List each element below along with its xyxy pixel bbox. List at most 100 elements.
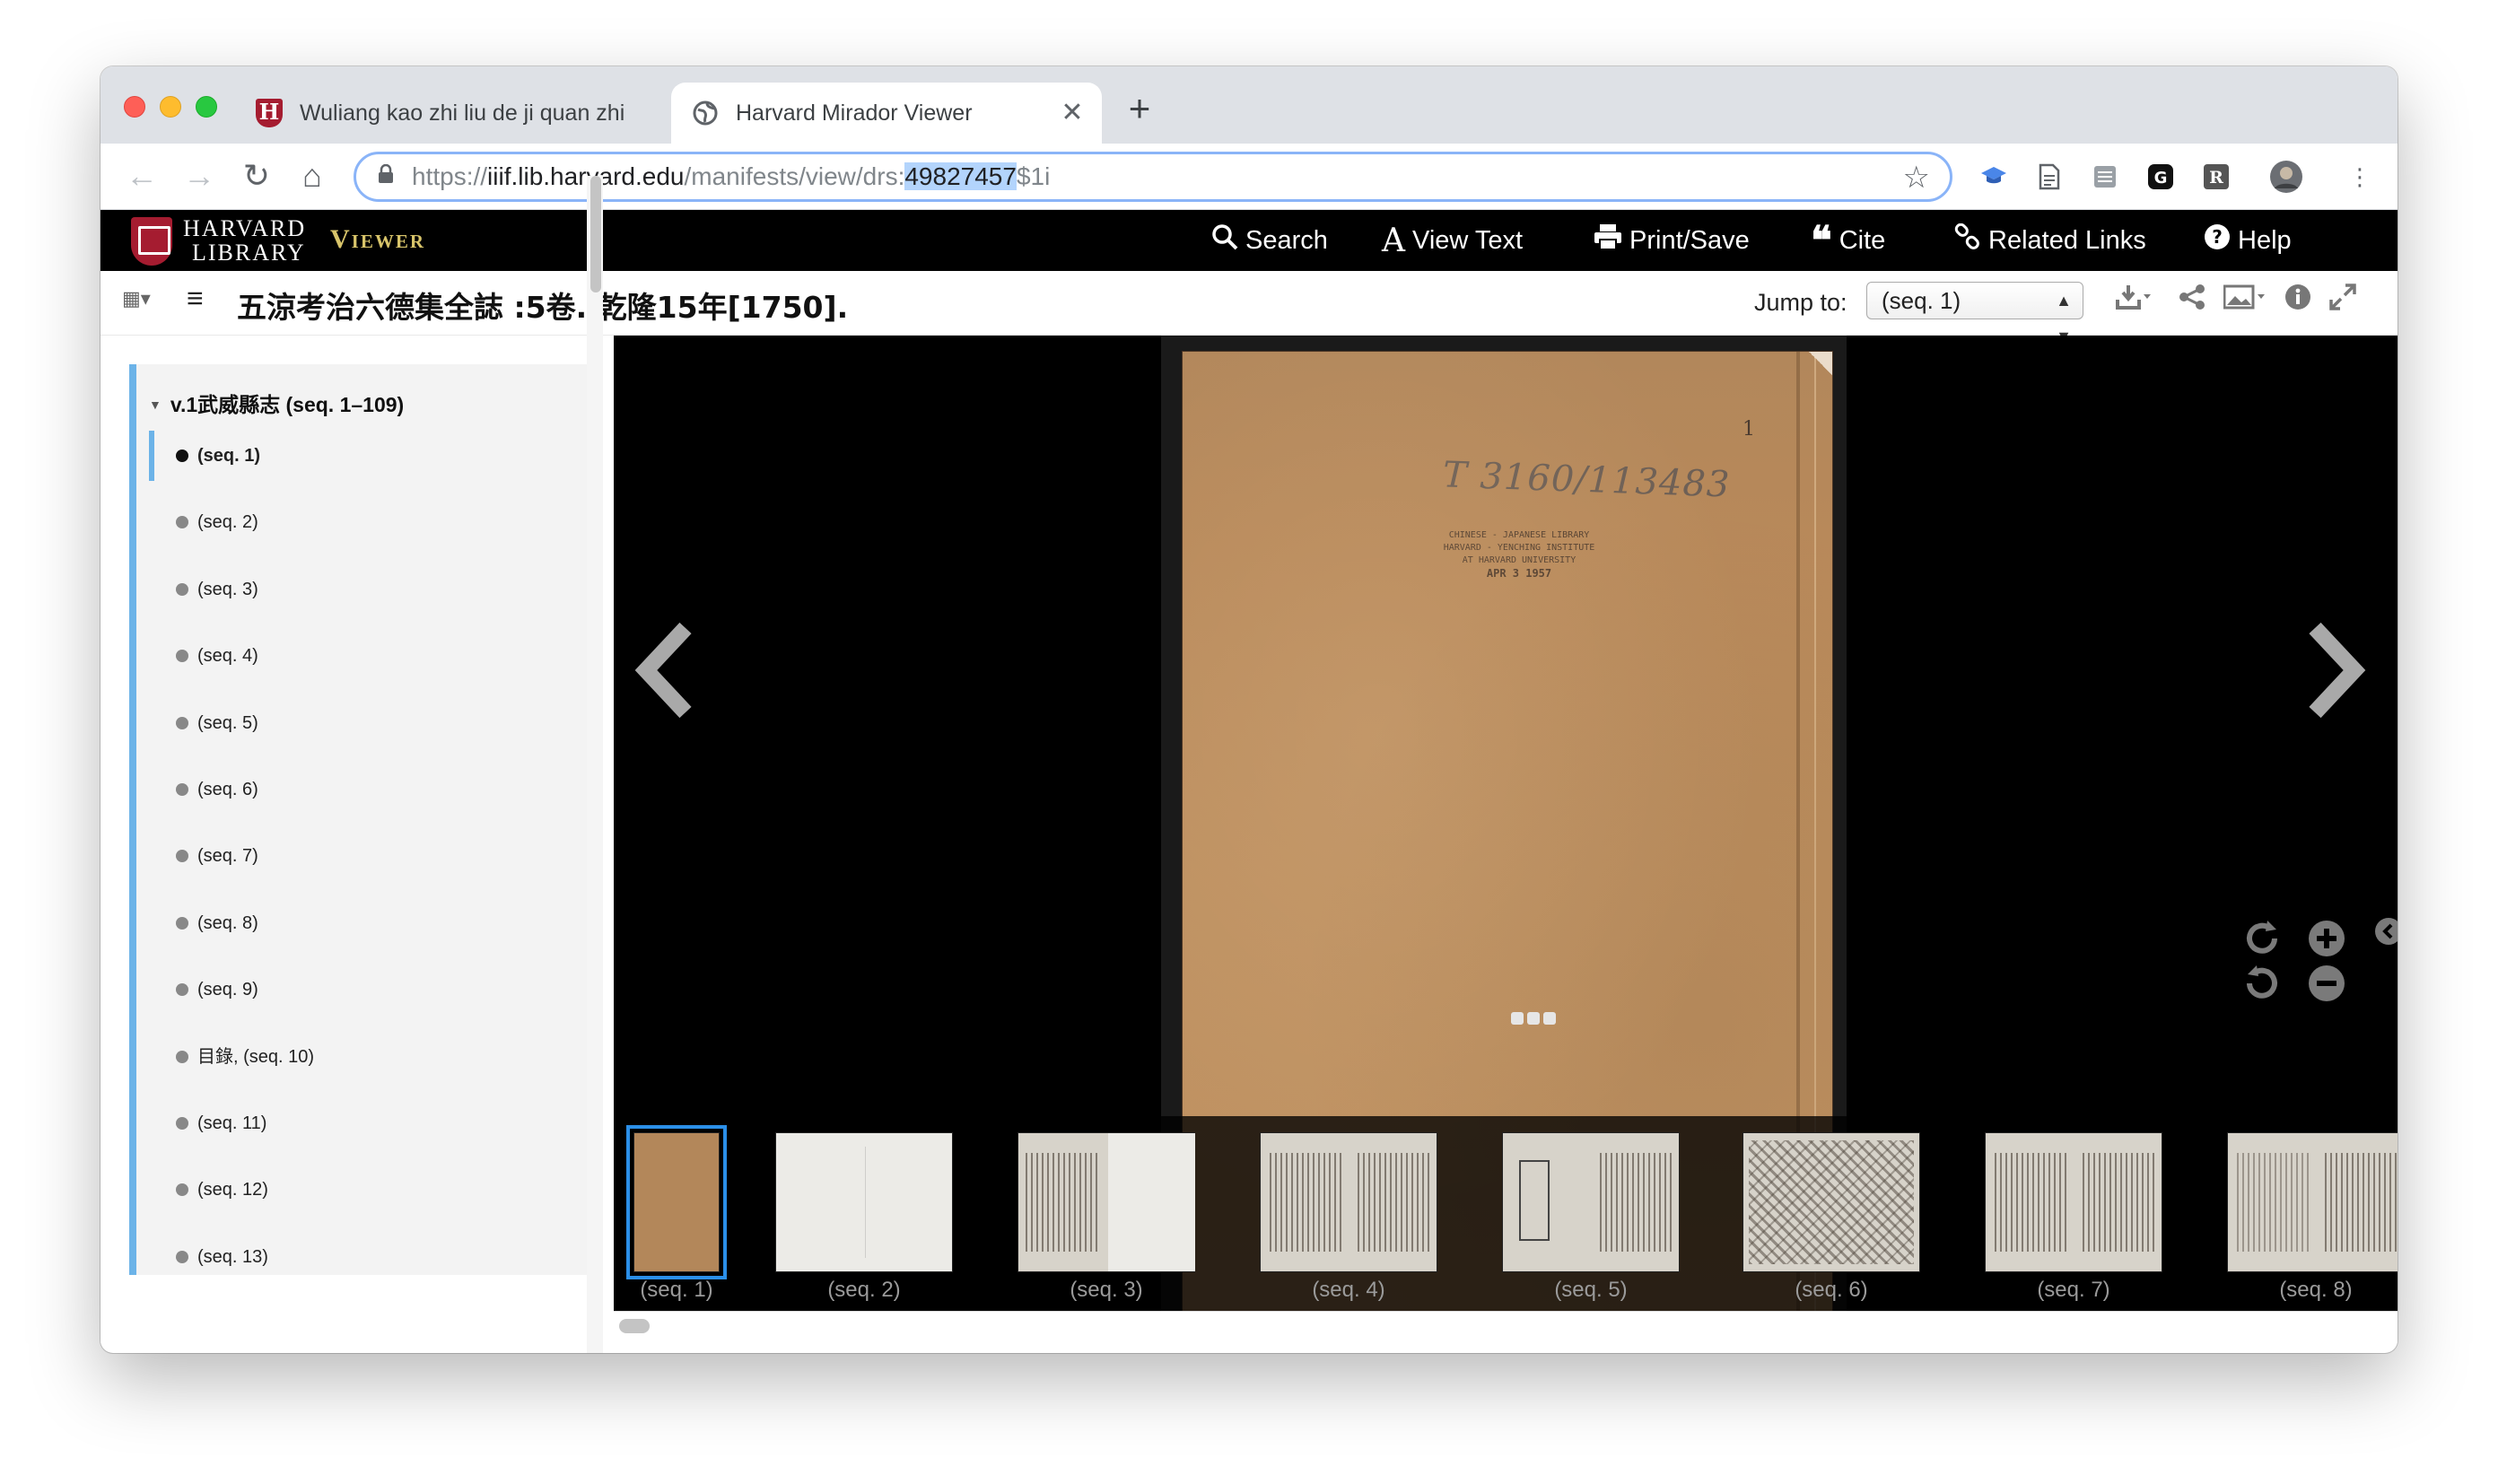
toc-item[interactable]: (seq. 9) [154, 965, 576, 1015]
hamburger-menu-icon[interactable]: ≡ [187, 282, 204, 315]
url-text: https://iiif.lib.harvard.edu/manifests/v… [412, 162, 1051, 190]
toc-scrollbar[interactable] [587, 176, 603, 1353]
toc-item-label: (seq. 8) [197, 912, 258, 933]
bullet-dot-icon [176, 850, 188, 863]
menu-cite[interactable]: ❝ Cite [1811, 210, 1885, 271]
toc-item[interactable]: (seq. 12) [154, 1165, 576, 1215]
menu-help[interactable]: ? Help [2204, 210, 2292, 271]
zoom-in-icon[interactable] [2304, 919, 2349, 964]
tab-title: Harvard Mirador Viewer [736, 100, 973, 126]
info-icon[interactable] [2284, 284, 2311, 318]
filmstrip-scrollbar[interactable] [614, 1311, 2398, 1345]
toc-scrollbar-thumb[interactable] [590, 176, 601, 292]
svg-text:R: R [2209, 168, 2223, 188]
menu-search[interactable]: Search [1211, 210, 1328, 271]
menu-related-links[interactable]: Related Links [1954, 210, 2146, 271]
new-tab-button[interactable]: + [1122, 90, 1157, 127]
toc-item[interactable]: (seq. 8) [154, 898, 576, 948]
collapse-triangle-icon[interactable]: ▼ [149, 397, 162, 412]
pan-left-icon[interactable] [2372, 917, 2398, 949]
toc-item-label: (seq. 13) [197, 1246, 268, 1267]
menu-print-save-label: Print/Save [1629, 225, 1750, 255]
fullscreen-expand-icon[interactable] [2329, 284, 2356, 318]
lock-icon [378, 163, 405, 189]
thumbnail-seq-7[interactable] [1985, 1132, 2162, 1272]
previous-page-arrow-icon[interactable] [633, 596, 696, 751]
minimize-window-button[interactable] [160, 96, 181, 118]
next-page-arrow-icon[interactable] [2304, 596, 2367, 751]
menu-cite-label: Cite [1839, 225, 1886, 255]
bullet-dot-icon [176, 1183, 188, 1197]
menu-view-text[interactable]: A View Text [1382, 210, 1523, 271]
thumbnail-seq-1[interactable] [626, 1125, 727, 1279]
profile-avatar[interactable] [2268, 159, 2304, 195]
toc-item[interactable]: (seq. 11) [154, 1098, 576, 1148]
toc-volume-heading[interactable]: ▼ v.1武威縣志 (seq. 1–109) [149, 388, 404, 418]
thumbnail-seq-4[interactable] [1260, 1132, 1437, 1272]
tab-strip: H Wuliang kao zhi liu de ji quan zhi ✕ H… [100, 66, 2398, 144]
globe-icon [691, 99, 720, 127]
thumbnail-seq-3[interactable] [1018, 1132, 1195, 1272]
toc-item[interactable]: (seq. 6) [154, 764, 576, 815]
bullet-dot-icon [176, 716, 188, 729]
thumbnail-label: (seq. 5) [1554, 1278, 1628, 1302]
reload-icon[interactable]: ↻ [235, 154, 278, 197]
toc-item-label: (seq. 4) [197, 646, 258, 667]
image-options-icon[interactable] [2223, 284, 2267, 318]
filmstrip-scrollbar-thumb[interactable] [619, 1319, 650, 1333]
thumbnail-seq-6[interactable] [1742, 1132, 1920, 1272]
rotate-clockwise-icon[interactable] [2240, 919, 2284, 964]
jump-to-select[interactable]: (seq. 1) ▲▼ [1866, 282, 2083, 345]
page-corner [1809, 352, 1832, 375]
menu-print-save[interactable]: Print/Save [1594, 210, 1750, 271]
page-number-mark: 1 [1742, 418, 1755, 441]
harvard-library-header: HARVARD LIBRARY Viewer Search A View Tex… [100, 210, 2398, 271]
bullet-dot-icon [176, 983, 188, 997]
printer-icon [1594, 223, 1622, 258]
bullet-dot-icon [176, 450, 188, 462]
image-viewer[interactable]: T 3160/113483 1 CHINESE - JAPANESE LIBRA… [614, 336, 2398, 1311]
thumbnail-seq-5[interactable] [1502, 1132, 1680, 1272]
close-window-button[interactable] [124, 96, 145, 118]
maximize-window-button[interactable] [196, 96, 217, 118]
browser-menu-kebab-icon[interactable]: ⋮ [2342, 159, 2378, 195]
toc-item[interactable]: (seq. 4) [154, 631, 576, 681]
grammarly-extension-icon[interactable]: G [2143, 159, 2179, 195]
bookmark-star-icon[interactable]: ☆ [1903, 160, 1930, 196]
home-icon[interactable]: ⌂ [291, 154, 334, 197]
stack-extension-icon[interactable] [2087, 159, 2123, 195]
back-arrow-icon[interactable]: ← [120, 154, 163, 197]
download-icon[interactable] [2116, 284, 2152, 318]
toc-item-label: (seq. 12) [197, 1180, 268, 1200]
thumbnail-label: (seq. 7) [2037, 1278, 2110, 1302]
tab-close-icon[interactable]: ✕ [1057, 98, 1087, 128]
stamp-line: HARVARD - YENCHING INSTITUTE [1443, 543, 1595, 553]
toc-item[interactable]: (seq. 7) [154, 831, 576, 881]
toc-item[interactable]: (seq. 13) [154, 1232, 576, 1275]
r-extension-icon[interactable]: R [2198, 159, 2234, 195]
graduation-cap-extension-icon[interactable] [1976, 159, 2012, 195]
menu-help-label: Help [2238, 225, 2292, 255]
stamp-line: CHINESE - JAPANESE LIBRARY [1448, 530, 1590, 540]
toc-item[interactable]: (seq. 1) [149, 431, 571, 481]
toc-item[interactable]: (seq. 3) [154, 564, 576, 615]
harvard-shield-logo[interactable] [131, 217, 172, 266]
thumbnail-seq-8[interactable] [2227, 1132, 2398, 1272]
document-extension-icon[interactable] [2031, 159, 2067, 195]
toc-item[interactable]: (seq. 2) [154, 497, 576, 547]
rotate-counterclockwise-icon[interactable] [2240, 964, 2284, 1008]
toc-item-label: (seq. 6) [197, 780, 258, 799]
share-icon[interactable] [2179, 284, 2205, 318]
toc-item[interactable]: (seq. 5) [154, 698, 576, 748]
forward-arrow-icon[interactable]: → [178, 154, 221, 197]
tab-harvard-mirador-viewer[interactable]: Harvard Mirador Viewer ✕ [671, 83, 1102, 144]
stamp-line: AT HARVARD UNIVERSITY [1462, 555, 1577, 565]
help-icon: ? [2204, 223, 2231, 258]
zoom-out-icon[interactable] [2304, 964, 2349, 1008]
thumbnail-seq-2[interactable] [775, 1132, 953, 1272]
toc-item[interactable]: 目錄, (seq. 10) [154, 1032, 576, 1082]
bullet-dot-icon [176, 1117, 188, 1130]
view-layout-grid-icon[interactable]: ▦▾ [122, 287, 151, 310]
menu-related-links-label: Related Links [1988, 225, 2146, 255]
harvard-shield-icon: H [255, 99, 284, 127]
